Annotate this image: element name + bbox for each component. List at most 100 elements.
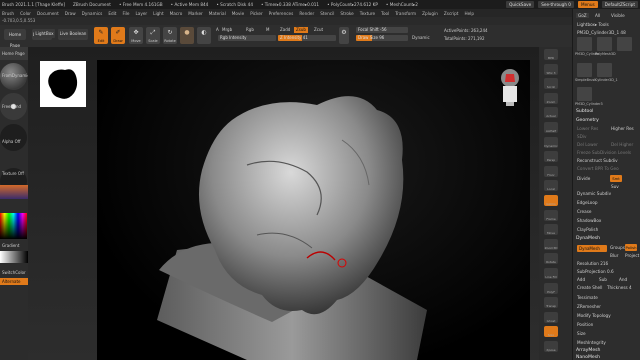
blur-slider[interactable]: Blur — [610, 253, 618, 258]
zcut-button[interactable]: Zcut — [312, 27, 325, 33]
polish-toggle[interactable]: Polish — [625, 244, 637, 251]
divide-button[interactable]: Divide — [577, 176, 590, 181]
dynamic-toggle[interactable]: Dynamic — [410, 35, 432, 41]
geometry-header[interactable]: Geometry — [576, 118, 599, 123]
thickness-slider[interactable]: Thickness 4 — [607, 285, 632, 290]
shelf-scroll-button[interactable]: Scroll — [544, 78, 558, 90]
m-button[interactable]: M — [264, 27, 271, 33]
convert-bpr-button[interactable]: Convert BPR To Geo — [577, 166, 619, 171]
quicksave-button[interactable]: QuickSave — [506, 1, 535, 8]
subtool-header[interactable]: Subtool — [576, 109, 593, 114]
arraymesh-header[interactable]: ArrayMesh — [576, 348, 600, 353]
del-lower-button[interactable]: Del Lower — [577, 142, 598, 147]
claypolish-button[interactable]: ClayPolish — [577, 227, 598, 232]
z-intensity-slider[interactable]: Z Intensity 41 — [278, 35, 336, 41]
menu-movie[interactable]: Movie — [232, 11, 244, 16]
zsub-button[interactable]: Zsub — [294, 27, 308, 33]
menu-stroke[interactable]: Stroke — [340, 11, 353, 16]
tessimate-button[interactable]: Tessimate — [577, 295, 598, 300]
shelf-ghost-button[interactable]: Ghost — [544, 311, 558, 323]
subprojection-slider[interactable]: SubProjection 0.6 — [577, 269, 614, 274]
visible-button[interactable]: Visible — [611, 13, 625, 18]
menu-layer[interactable]: Layer — [135, 11, 147, 16]
home-page-tab[interactable]: Home Page — [4, 29, 26, 48]
tool-thumb-5[interactable]: Cylinder3D_1 — [595, 63, 618, 82]
color-picker-button[interactable]: ◐ — [197, 27, 211, 44]
crease-button[interactable]: Crease — [577, 209, 591, 214]
move-button[interactable]: ✥ Move — [129, 27, 143, 44]
material-swatch[interactable]: ● — [180, 27, 194, 44]
rgb-intensity-slider[interactable]: Rgb Intensity — [218, 35, 276, 41]
menu-draw[interactable]: Draw — [65, 11, 76, 16]
menu-dynamics[interactable]: Dynamics — [82, 11, 103, 16]
menu-stencil[interactable]: Stencil — [320, 11, 334, 16]
menu-texture[interactable]: Texture — [360, 11, 375, 16]
reconstruct-subdiv-button[interactable]: Reconstruct Subdiv — [577, 158, 618, 163]
nanomesh-header[interactable]: NanoMesh — [576, 355, 600, 360]
draw-button[interactable]: ✐ Draw — [111, 27, 125, 44]
navigation-gizmo[interactable] — [494, 64, 526, 108]
edit-button[interactable]: ✎ Edit — [94, 27, 108, 44]
position-button[interactable]: Position — [577, 322, 593, 327]
alternate-button[interactable]: Alternate — [0, 278, 28, 285]
menu-zplugin[interactable]: Zplugin — [422, 11, 438, 16]
live-boolean-toggle[interactable]: Live Boolean — [58, 29, 88, 38]
menu-edit[interactable]: Edit — [108, 11, 116, 16]
menu-help[interactable]: Help — [464, 11, 474, 16]
shelf-frame-button[interactable]: Frame — [544, 209, 558, 221]
modify-topology-button[interactable]: Modify Topology — [577, 313, 611, 318]
brush-settings-button[interactable]: ⚙ — [339, 27, 349, 44]
rotate-button[interactable]: ↻ Rotate — [163, 27, 177, 44]
size-button[interactable]: Size — [577, 331, 586, 336]
smt-toggle[interactable]: Smt — [610, 175, 622, 182]
shelf-actual-button[interactable]: Actual — [544, 107, 558, 119]
shelf-polyf-button[interactable]: PolyF — [544, 282, 558, 294]
zremesher-button[interactable]: ZRemesher — [577, 304, 601, 309]
and-button[interactable]: And — [619, 277, 627, 282]
sdiv-slider[interactable]: SDiv — [577, 134, 587, 139]
tool-thumb-2[interactable]: PolyMesh3D — [595, 37, 616, 56]
main-color-swatch[interactable] — [0, 251, 28, 263]
menu-preferences[interactable]: Preferences — [269, 11, 294, 16]
lightbox-toggle[interactable]: LightBox — [34, 29, 55, 38]
shelf-zoom-button[interactable]: Zoom — [544, 92, 558, 104]
add-button[interactable]: Add — [577, 277, 585, 282]
all-button[interactable]: All — [595, 13, 600, 18]
shelf-xpose-button[interactable]: Xpose — [544, 341, 558, 352]
shelf-line-fill-button[interactable]: Line Fill — [544, 268, 558, 279]
focal-shift-slider[interactable]: Focal Shift -56 — [356, 27, 408, 33]
shelf-gizmo-button[interactable]: Gizmo — [544, 195, 558, 206]
material-thumbnail[interactable] — [0, 185, 28, 199]
zadd-button[interactable]: Zadd — [278, 27, 292, 33]
menu-file[interactable]: File — [122, 11, 129, 16]
shelf-floor-button[interactable]: Floor — [544, 165, 558, 177]
goz-button[interactable]: GoZ — [576, 13, 589, 18]
menu-transform[interactable]: Transform — [395, 11, 416, 16]
menu-material[interactable]: Material — [209, 11, 226, 16]
shelf-dynamic-button[interactable]: Dynamic — [544, 136, 558, 148]
dynamic-subdiv-button[interactable]: Dynamic Subdiv — [577, 191, 611, 196]
suv-toggle[interactable]: Suv — [611, 184, 619, 189]
edgeloop-button[interactable]: EdgeLoop — [577, 200, 598, 205]
shelf-transp-button[interactable]: Transp — [544, 297, 558, 309]
lower-res-button[interactable]: Lower Res — [577, 126, 598, 131]
sculpt-viewport[interactable] — [97, 60, 530, 360]
scale-button[interactable]: ⤢ Scale — [146, 27, 160, 44]
resolution-slider[interactable]: Resolution 216 — [577, 261, 608, 266]
project-toggle[interactable]: Project — [625, 253, 639, 258]
tool-thumb-1[interactable]: PM3D_Cylinde — [575, 37, 599, 56]
menu-brush[interactable]: Brush — [2, 11, 14, 16]
shelf-persp-button[interactable]: Persp — [544, 151, 558, 163]
menu-macro[interactable]: Macro — [170, 11, 183, 16]
tool-thumb-6[interactable]: PM3D_Cylinder3 — [575, 87, 603, 106]
shelf-bpr-button[interactable]: BPR — [544, 49, 558, 60]
default-zscript-button[interactable]: DefaultZScript — [601, 1, 638, 8]
lightbox-tools-button[interactable]: Lightbox▸ Tools — [577, 22, 609, 27]
shelf-rotate-button[interactable]: Rotate — [544, 253, 558, 265]
sub-button[interactable]: Sub — [599, 277, 607, 282]
menu-zscript[interactable]: Zscript — [444, 11, 459, 16]
freeze-subdivision-button[interactable]: Freeze SubDivision Levels — [577, 150, 631, 155]
dynamesh-button[interactable]: DynaMesh — [577, 245, 607, 252]
home-page-button[interactable]: Home Page — [0, 47, 28, 60]
shelf-zoom3d-button[interactable]: Zoom3D — [544, 238, 558, 250]
